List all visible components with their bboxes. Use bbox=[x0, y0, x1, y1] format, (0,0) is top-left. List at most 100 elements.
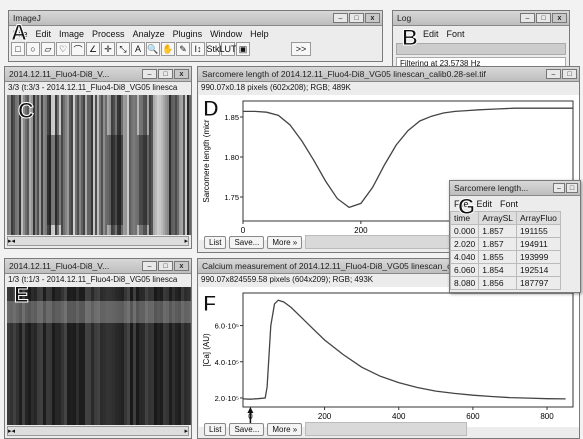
column-header-arraysl[interactable]: ArraySL bbox=[478, 211, 517, 225]
plot-f-list-button[interactable]: List bbox=[204, 422, 227, 436]
scroll-right-icon[interactable]: ▸ bbox=[184, 237, 188, 245]
plot-d-list-button[interactable]: List bbox=[204, 235, 227, 249]
maximize-button[interactable]: □ bbox=[349, 13, 364, 23]
imagej-menubar: File Edit Image Process Analyze Plugins Window… bbox=[9, 26, 382, 41]
log-text-area bbox=[396, 43, 566, 55]
tool-8-icon[interactable]: A bbox=[131, 42, 145, 56]
minimize-button[interactable]: – bbox=[142, 69, 157, 79]
imagej-menu-process[interactable]: Process bbox=[92, 29, 125, 39]
imagej-menu-edit[interactable]: Edit bbox=[36, 29, 52, 39]
tool-7-icon[interactable]: ⤡ bbox=[116, 42, 130, 56]
imagej-menu-plugins[interactable]: Plugins bbox=[173, 29, 203, 39]
x-tick-label: 600 bbox=[466, 412, 480, 421]
y-axis-label: Sarcomere length (micr bbox=[202, 119, 211, 202]
table-cell: 4.040 bbox=[450, 250, 480, 264]
panel-label-a: A bbox=[11, 20, 28, 46]
tool-4-icon[interactable]: ⌒ bbox=[71, 42, 85, 56]
y-tick-label: 4.0·10⁵ bbox=[215, 358, 239, 367]
plot-d-save-button[interactable]: Save... bbox=[229, 235, 265, 249]
panel-label-d: D bbox=[203, 96, 220, 122]
table-row[interactable]: 0.000 1.857 191155 bbox=[450, 224, 561, 238]
tool-14-icon[interactable]: LUT bbox=[220, 42, 237, 56]
table-cell: 1.857 bbox=[478, 224, 517, 238]
tool-13-icon[interactable]: Stk bbox=[206, 42, 220, 56]
table-cell: 1.857 bbox=[478, 237, 517, 251]
imagej-menu-analyze[interactable]: Analyze bbox=[133, 29, 165, 39]
more-tools-button[interactable]: >> bbox=[291, 42, 311, 56]
maximize-button[interactable]: □ bbox=[562, 69, 577, 79]
scroll-left-icon[interactable]: ▸◂ bbox=[8, 237, 15, 245]
close-button[interactable]: x bbox=[365, 13, 380, 23]
stack-e-titlebar[interactable]: 2014.12.11_Fluo4-Di8_V... – □ x bbox=[5, 259, 191, 274]
plot-d-more-button[interactable]: More » bbox=[267, 235, 303, 249]
table-row[interactable]: 6.060 1.854 192514 bbox=[450, 263, 561, 277]
y-tick-label: 1.75 bbox=[224, 193, 239, 202]
minimize-button[interactable]: – bbox=[553, 183, 565, 193]
log-menubar: Edit Font bbox=[393, 26, 569, 41]
x-tick-label: 200 bbox=[318, 412, 332, 421]
minimize-button[interactable]: – bbox=[142, 261, 157, 271]
stack-c-titlebar[interactable]: 2014.12.11_Fluo4-Di8_V... – □ x bbox=[5, 67, 191, 82]
minimize-button[interactable]: – bbox=[546, 69, 561, 79]
tool-12-icon[interactable]: I↕ bbox=[191, 42, 205, 56]
imagej-toolbar: □ ○ ▱ ♡ ⌒ ∠ ✛ ⤡ A 🔍 ✋ ✎ I↕ Stk LUT ▣ >> bbox=[9, 41, 382, 57]
log-titlebar[interactable]: Log – □ x bbox=[393, 11, 569, 26]
tool-11-icon[interactable]: ✎ bbox=[176, 42, 190, 56]
tool-2-icon[interactable]: ▱ bbox=[41, 42, 55, 56]
plot-d-buttons: List Save... More » bbox=[204, 235, 468, 249]
minimize-button[interactable]: – bbox=[333, 13, 348, 23]
scroll-right-icon[interactable]: ▸ bbox=[184, 427, 188, 435]
table-cell: 191155 bbox=[516, 224, 561, 238]
log-menu-font[interactable]: Font bbox=[447, 29, 465, 39]
imagej-menu-help[interactable]: Help bbox=[250, 29, 269, 39]
table-row[interactable]: 2.020 1.857 194911 bbox=[450, 237, 561, 251]
tool-15-icon[interactable]: ▣ bbox=[236, 42, 250, 56]
linescan-image-striated[interactable] bbox=[7, 95, 191, 235]
imagej-menu-window[interactable]: Window bbox=[210, 29, 242, 39]
tool-9-icon[interactable]: 🔍 bbox=[146, 42, 160, 56]
table-cell: 8.080 bbox=[450, 276, 480, 290]
x-tick-label: 400 bbox=[392, 412, 406, 421]
stack-c-title: 2014.12.11_Fluo4-Di8_V... bbox=[9, 69, 110, 79]
panel-label-b: B bbox=[402, 25, 419, 51]
series-line bbox=[242, 299, 566, 400]
stack-window-e: 2014.12.11_Fluo4-Di8_V... – □ x 1/3 (t:1… bbox=[4, 258, 192, 439]
tool-1-icon[interactable]: ○ bbox=[26, 42, 40, 56]
y-tick-label: 6.0·10⁵ bbox=[215, 322, 239, 331]
table-row[interactable]: 8.080 1.856 187797 bbox=[450, 276, 561, 290]
tool-6-icon[interactable]: ✛ bbox=[101, 42, 115, 56]
log-menu-edit[interactable]: Edit bbox=[423, 29, 439, 39]
close-button[interactable]: x bbox=[174, 261, 189, 271]
close-button[interactable]: x bbox=[552, 13, 567, 23]
results-menu-font[interactable]: Font bbox=[500, 199, 518, 209]
y-tick-label: 2.0·10⁵ bbox=[215, 394, 239, 403]
maximize-button[interactable]: □ bbox=[566, 183, 578, 193]
imagej-menu-image[interactable]: Image bbox=[59, 29, 84, 39]
table-cell: 2.020 bbox=[450, 237, 480, 251]
results-menu-edit[interactable]: Edit bbox=[477, 199, 493, 209]
table-row[interactable]: 4.040 1.855 193999 bbox=[450, 250, 561, 264]
maximize-button[interactable]: □ bbox=[158, 261, 173, 271]
maximize-button[interactable]: □ bbox=[536, 13, 551, 23]
plot-f-save-button[interactable]: Save... bbox=[229, 422, 265, 436]
tool-3-icon[interactable]: ♡ bbox=[56, 42, 70, 56]
tool-5-icon[interactable]: ∠ bbox=[86, 42, 100, 56]
column-header-arrayfluo[interactable]: ArrayFluo bbox=[516, 211, 561, 225]
table-cell: 6.060 bbox=[450, 263, 480, 277]
results-table[interactable]: time ArraySL ArrayFluo 0.000 1.857 191155 2.0… bbox=[450, 211, 561, 290]
close-button[interactable]: x bbox=[174, 69, 189, 79]
maximize-button[interactable]: □ bbox=[158, 69, 173, 79]
table-cell: 192514 bbox=[516, 263, 561, 277]
stack-slider[interactable]: ▸◂ ▸ bbox=[7, 236, 189, 246]
panel-label-e: E bbox=[14, 282, 30, 308]
stack-slider[interactable]: ▸◂ ▸ bbox=[7, 426, 189, 436]
linescan-image-fluorescence[interactable] bbox=[7, 287, 191, 425]
imagej-window: ImageJ – □ x File Edit Image Process Analyze… bbox=[8, 10, 383, 62]
plot-f-more-button[interactable]: More » bbox=[267, 422, 303, 436]
imagej-titlebar[interactable]: ImageJ – □ x bbox=[9, 11, 382, 26]
minimize-button[interactable]: – bbox=[520, 13, 535, 23]
scroll-left-icon[interactable]: ▸◂ bbox=[8, 427, 15, 435]
plot-d-titlebar[interactable]: Sarcomere length of 2014.12.11_Fluo4-Di8… bbox=[198, 67, 579, 82]
stimulus-arrowhead-icon bbox=[247, 407, 254, 413]
tool-10-icon[interactable]: ✋ bbox=[161, 42, 175, 56]
